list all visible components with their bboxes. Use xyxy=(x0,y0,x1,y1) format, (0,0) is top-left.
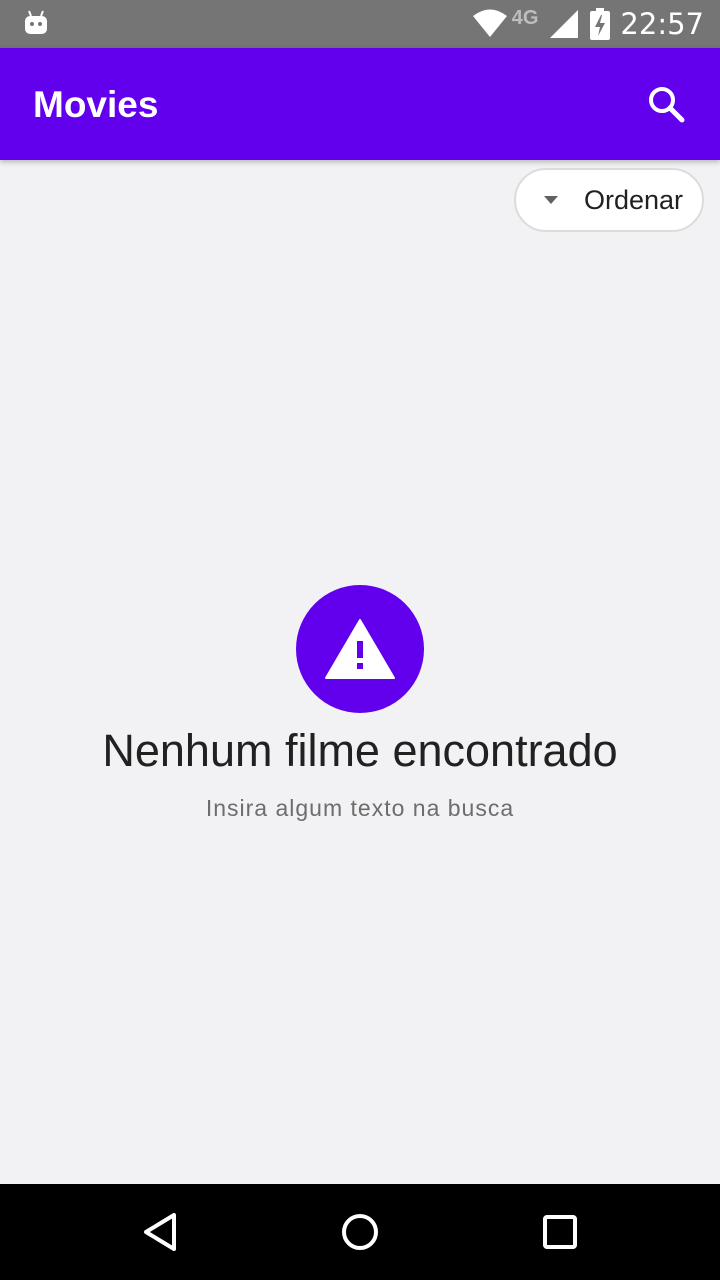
status-time: 22:57 xyxy=(620,7,704,41)
search-icon xyxy=(649,87,685,123)
empty-state: Nenhum filme encontrado Insira algum tex… xyxy=(0,585,720,822)
dropdown-arrow-icon xyxy=(544,196,558,204)
search-button[interactable] xyxy=(642,80,690,128)
warning-icon xyxy=(325,619,395,679)
empty-state-subtitle: Insira algum texto na busca xyxy=(205,795,515,821)
recents-button[interactable] xyxy=(536,1208,584,1256)
wifi-icon xyxy=(472,9,507,37)
signal-icon xyxy=(550,10,579,38)
home-icon xyxy=(342,1214,378,1250)
status-bar: 4G 22:57 xyxy=(0,0,720,48)
android-debug-icon xyxy=(25,10,47,34)
sort-button[interactable]: Ordenar xyxy=(514,168,704,232)
navigation-bar xyxy=(0,1184,720,1280)
sort-label: Ordenar xyxy=(584,184,684,215)
recents-icon xyxy=(543,1215,577,1249)
network-type-label: 4G xyxy=(511,6,539,29)
battery-charging-icon xyxy=(590,8,611,40)
empty-state-title: Nenhum filme encontrado xyxy=(102,725,618,776)
back-icon xyxy=(144,1213,176,1251)
back-button[interactable] xyxy=(136,1208,184,1256)
home-button[interactable] xyxy=(336,1208,384,1256)
app-bar: Movies xyxy=(0,48,720,160)
warning-badge xyxy=(296,585,424,713)
app-title: Movies xyxy=(33,84,159,125)
